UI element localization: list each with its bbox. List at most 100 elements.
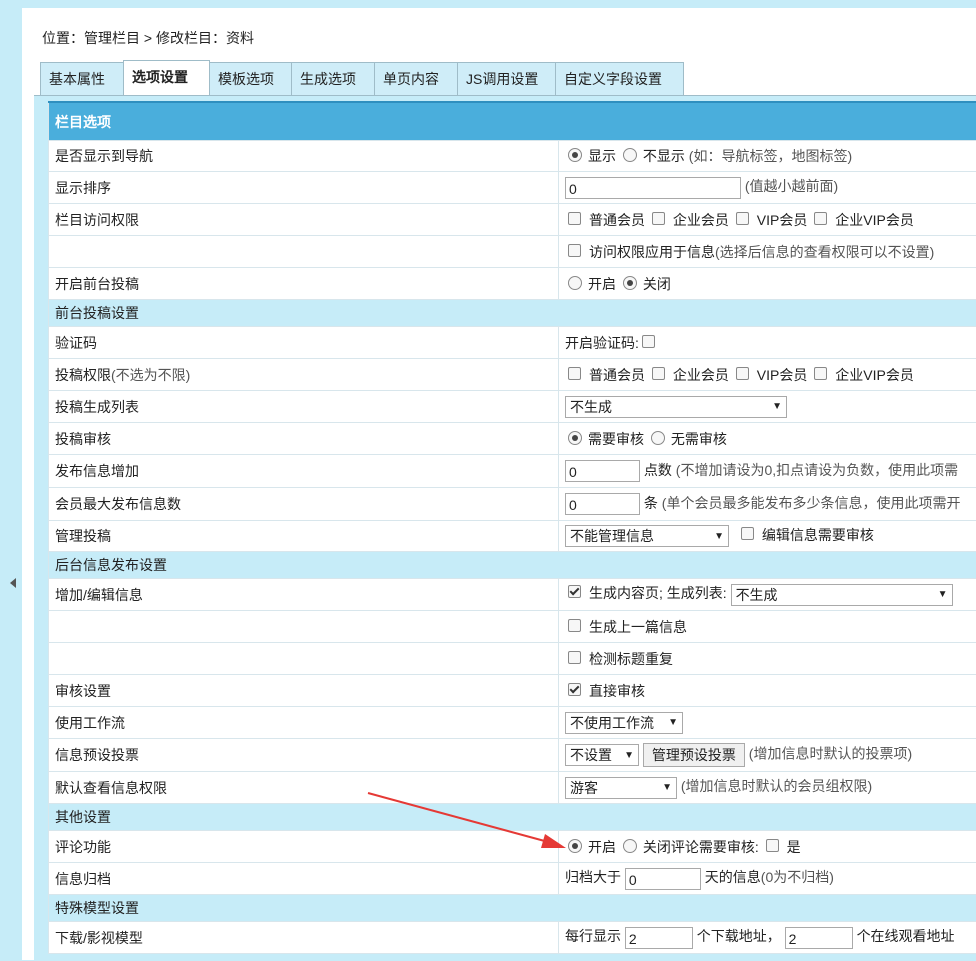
check-direct-audit[interactable] [568,683,581,696]
radio-comment-off[interactable] [623,839,637,853]
check-label: 企业VIP会员 [835,212,914,228]
check-vip-member[interactable] [736,367,749,380]
row-label: 下载/影视模型 [49,922,559,954]
check-corp-member[interactable] [652,212,665,225]
submit-list-select[interactable]: 不生成▼ [565,396,787,418]
check-title-dup[interactable] [568,651,581,664]
check-normal-member[interactable] [568,367,581,380]
check-captcha[interactable] [642,335,655,348]
radio-show[interactable] [568,148,582,162]
row-submit-review: 投稿审核 需要审核 无需审核 [49,423,976,455]
row-submit-list: 投稿生成列表 不生成▼ [49,391,976,423]
archive-days-input[interactable]: 0 [625,868,701,890]
row-nav: 是否显示到导航 显示 不显示 (如：导航标签，地图标签) [49,141,976,172]
section-frontend-submit: 前台投稿设置 [49,300,976,327]
row-label [49,643,559,675]
tab-generate[interactable]: 生成选项 [291,62,375,95]
radio-submit-off[interactable] [623,276,637,290]
workflow-select[interactable]: 不使用工作流▼ [565,712,683,734]
download-suffix: 个在线观看地址 [857,928,955,944]
section-title: 后台信息发布设置 [49,552,976,579]
tab-bar: 基本属性 选项设置 模板选项 生成选项 单页内容 JS调用设置 自定义字段设置 [40,62,683,95]
row-submit-open: 开启前台投稿 开启 关闭 [49,268,976,300]
row-field: 显示 不显示 (如：导航标签，地图标签) [559,141,976,172]
manage-vote-button[interactable]: 管理预设投票 [643,743,745,767]
chevron-down-icon: ▼ [668,717,678,728]
row-field: 游客▼ (增加信息时默认的会员组权限) [559,772,976,804]
radio-no-review[interactable] [651,431,665,445]
radio-hide[interactable] [623,148,637,162]
check-corp-member[interactable] [652,367,665,380]
vote-select[interactable]: 不设置▼ [565,744,639,766]
hint: (增加信息时默认的投票项) [749,746,912,762]
tab-options[interactable]: 选项设置 [123,60,210,95]
radio-comment-on[interactable] [568,839,582,853]
collapse-left-icon[interactable] [10,578,16,588]
row-field: 直接审核 [559,675,976,707]
row-dup: 检测标题重复 [49,643,976,675]
check-vip-member[interactable] [736,212,749,225]
select-value: 不生成 [736,585,778,605]
section-backend-publish: 后台信息发布设置 [49,552,976,579]
check-label: 企业会员 [673,367,729,383]
check-comment-review[interactable] [766,839,779,852]
online-count-input[interactable]: 2 [785,927,853,949]
row-label: 投稿生成列表 [49,391,559,423]
check-label: 普通会员 [589,367,645,383]
download-count-input[interactable]: 2 [625,927,693,949]
row-label: 信息归档 [49,863,559,895]
check-normal-member[interactable] [568,212,581,225]
download-prefix: 每行显示 [565,928,621,944]
row-field: 开启 关闭评论需要审核: 是 [559,831,976,863]
label-text: 投稿权限 [55,367,111,383]
tab-single-page[interactable]: 单页内容 [374,62,458,95]
row-field: 开启验证码: [559,327,976,359]
tab-js-call[interactable]: JS调用设置 [457,62,556,95]
hint: (0为不归档) [761,869,834,885]
check-gen-prev[interactable] [568,619,581,632]
row-field: 需要审核 无需审核 [559,423,976,455]
tab-template[interactable]: 模板选项 [209,62,292,95]
check-access-apply[interactable] [568,244,581,257]
row-comment: 评论功能 开启 关闭评论需要审核: 是 [49,831,976,863]
row-label: 会员最大发布信息数 [49,488,559,521]
check-label: 是 [787,839,801,855]
gen-list-select[interactable]: 不生成 ▼ [731,584,953,606]
row-label: 栏目访问权限 [49,204,559,236]
header-title: 栏目选项 [49,102,976,141]
row-vote: 信息预设投票 不设置▼ 管理预设投票 (增加信息时默认的投票项) [49,739,976,772]
section-title: 特殊模型设置 [49,895,976,922]
row-view-perm: 默认查看信息权限 游客▼ (增加信息时默认的会员组权限) [49,772,976,804]
row-label [49,236,559,268]
row-label: 审核设置 [49,675,559,707]
row-label: 开启前台投稿 [49,268,559,300]
row-label: 显示排序 [49,172,559,204]
tab-custom-fields[interactable]: 自定义字段设置 [555,62,684,95]
row-manage: 管理投稿 不能管理信息▼ 编辑信息需要审核 [49,521,976,552]
row-field: 不能管理信息▼ 编辑信息需要审核 [559,521,976,552]
manage-select[interactable]: 不能管理信息▼ [565,525,729,547]
order-input[interactable]: 0 [565,177,741,199]
check-gen-content[interactable] [568,585,581,598]
hint: (不增加请设为0,扣点请设为负数，使用此项需 [676,462,958,478]
radio-hide-label: 不显示 [643,148,685,164]
check-corp-vip-member[interactable] [814,212,827,225]
chevron-down-icon: ▼ [938,589,948,600]
check-corp-vip-member[interactable] [814,367,827,380]
check-label: 访问权限应用于信息 [589,244,715,260]
select-value: 不生成 [570,397,612,417]
points-input[interactable]: 0 [565,460,640,482]
row-label: 验证码 [49,327,559,359]
row-field: 不使用工作流▼ [559,707,976,739]
radio-submit-on[interactable] [568,276,582,290]
tab-basic[interactable]: 基本属性 [40,62,124,95]
row-label: 发布信息增加 [49,455,559,488]
radio-show-label: 显示 [588,148,616,164]
row-order: 显示排序 0 (值越小越前面) [49,172,976,204]
view-perm-select[interactable]: 游客▼ [565,777,677,799]
max-info-input[interactable]: 0 [565,493,640,515]
section-special-model: 特殊模型设置 [49,895,976,922]
row-field: 生成内容页; 生成列表: 不生成▼ [559,579,976,611]
check-edit-review[interactable] [741,527,754,540]
radio-need-review[interactable] [568,431,582,445]
